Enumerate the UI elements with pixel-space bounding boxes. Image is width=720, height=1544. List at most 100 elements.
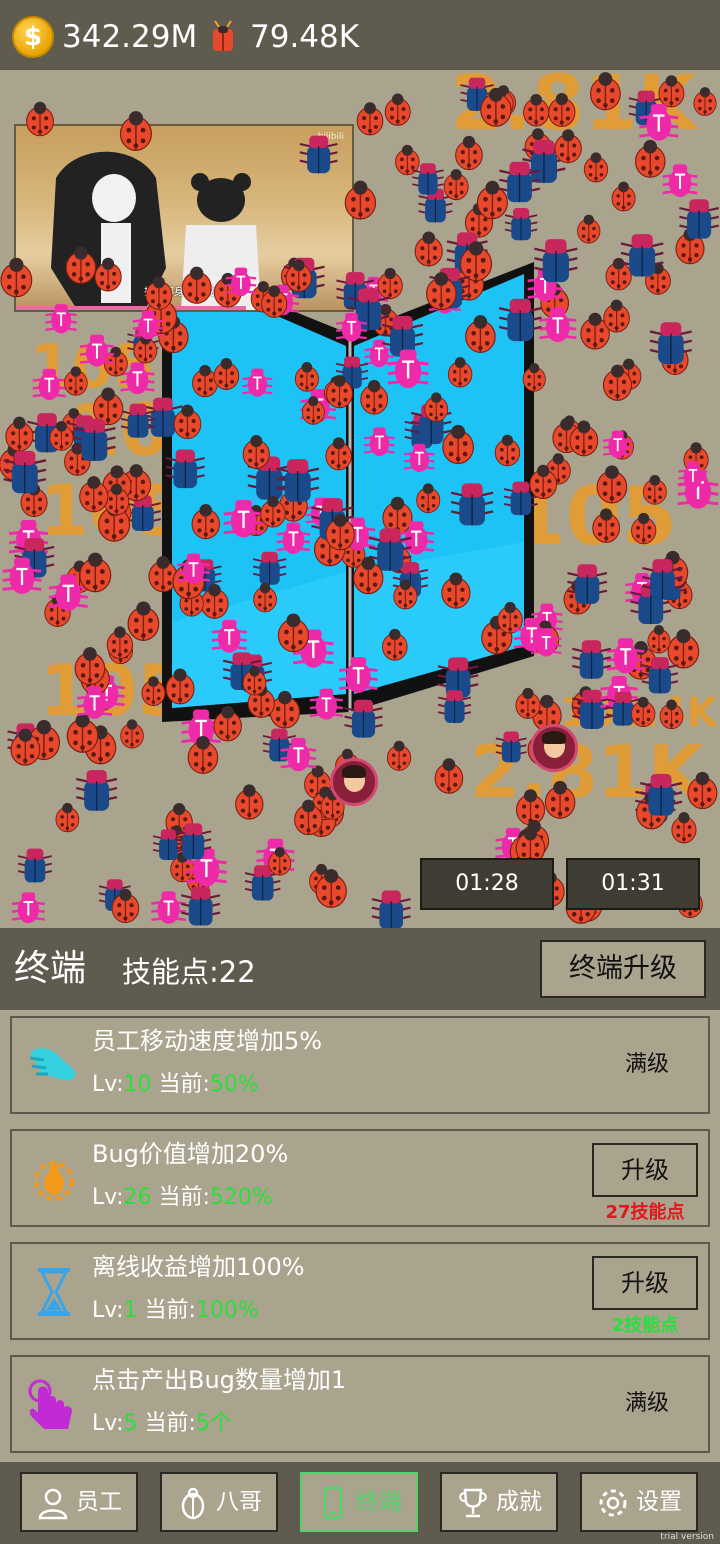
- ladybug-icon[interactable]: [192, 364, 219, 398]
- pink-bug-icon[interactable]: [151, 891, 186, 924]
- ladybug-icon[interactable]: [191, 504, 220, 540]
- ladybug-icon[interactable]: [386, 740, 412, 771]
- beetle-icon[interactable]: [344, 699, 383, 738]
- nav-terminal[interactable]: 终端: [300, 1472, 418, 1532]
- ladybug-icon[interactable]: [667, 629, 700, 669]
- pink-bug-icon[interactable]: [276, 522, 311, 554]
- beetle-icon[interactable]: [299, 135, 338, 174]
- ladybug-icon[interactable]: [548, 93, 576, 128]
- ladybug-icon[interactable]: [515, 789, 546, 826]
- pink-bug-icon[interactable]: [211, 619, 247, 653]
- ladybug-icon[interactable]: [141, 676, 166, 707]
- ladybug-icon[interactable]: [631, 512, 657, 545]
- ladybug-icon[interactable]: [523, 93, 550, 127]
- ladybug-icon[interactable]: [434, 758, 464, 794]
- ladybug-icon[interactable]: [497, 601, 523, 634]
- ladybug-icon[interactable]: [384, 93, 411, 126]
- ladybug-icon[interactable]: [416, 483, 441, 514]
- ladybug-icon[interactable]: [414, 231, 443, 267]
- pink-bug-icon[interactable]: [79, 334, 115, 367]
- nav-achievements[interactable]: 成就: [440, 1472, 558, 1532]
- ladybug-icon[interactable]: [515, 687, 541, 719]
- ladybug-icon[interactable]: [441, 572, 471, 609]
- ladybug-icon[interactable]: [120, 719, 144, 749]
- ladybug-icon[interactable]: [106, 626, 134, 660]
- ladybug-icon[interactable]: [424, 392, 449, 422]
- ladybug-icon[interactable]: [181, 266, 212, 304]
- ladybug-icon[interactable]: [658, 75, 685, 108]
- play-field[interactable]: 2.81K 105 105 104K 105 105 105.4K 105 2.…: [0, 70, 720, 928]
- ladybug-icon[interactable]: [294, 361, 319, 392]
- ladybug-icon[interactable]: [465, 315, 496, 353]
- ladybug-icon[interactable]: [596, 465, 628, 504]
- terminal-upgrade-button[interactable]: 终端升级: [540, 940, 706, 998]
- ladybug-icon[interactable]: [544, 780, 576, 819]
- employee-avatar[interactable]: [530, 724, 578, 772]
- beetle-icon[interactable]: [252, 551, 287, 585]
- ladybug-icon[interactable]: [119, 111, 152, 151]
- ladybug-icon[interactable]: [592, 508, 621, 543]
- ladybug-icon[interactable]: [325, 437, 352, 471]
- upgrade-button[interactable]: 升级: [592, 1143, 698, 1197]
- beetle-icon[interactable]: [572, 640, 612, 679]
- ladybug-icon[interactable]: [589, 72, 621, 111]
- ladybug-icon[interactable]: [242, 435, 270, 469]
- pink-bug-icon[interactable]: [242, 368, 273, 397]
- ladybug-icon[interactable]: [687, 771, 718, 810]
- ladybug-icon[interactable]: [611, 181, 636, 212]
- ladybug-icon[interactable]: [65, 246, 97, 285]
- ladybug-icon[interactable]: [253, 582, 277, 613]
- ladybug-icon[interactable]: [634, 139, 666, 178]
- ladybug-icon[interactable]: [74, 647, 106, 686]
- pink-bug-icon[interactable]: [309, 688, 343, 720]
- ladybug-icon[interactable]: [447, 357, 473, 388]
- ladybug-icon[interactable]: [55, 802, 80, 833]
- ladybug-icon[interactable]: [344, 180, 377, 220]
- beetle-icon[interactable]: [17, 848, 53, 883]
- ladybug-icon[interactable]: [659, 699, 684, 730]
- ladybug-icon[interactable]: [382, 628, 408, 661]
- beetle-icon[interactable]: [276, 459, 320, 502]
- ladybug-icon[interactable]: [455, 135, 483, 171]
- pink-bug-icon[interactable]: [364, 427, 395, 457]
- ladybug-icon[interactable]: [360, 379, 389, 415]
- ladybug-icon[interactable]: [382, 496, 413, 535]
- ladybug-icon[interactable]: [148, 556, 178, 593]
- ladybug-icon[interactable]: [671, 812, 697, 844]
- beetle-icon[interactable]: [504, 207, 538, 241]
- ladybug-icon[interactable]: [577, 214, 601, 244]
- ladybug-icon[interactable]: [443, 169, 469, 201]
- ladybug-icon[interactable]: [522, 362, 546, 392]
- ladybug-icon[interactable]: [647, 624, 671, 654]
- ladybug-icon[interactable]: [603, 299, 630, 333]
- ladybug-icon[interactable]: [213, 705, 242, 742]
- employee-avatar[interactable]: [330, 758, 378, 806]
- beetle-icon[interactable]: [371, 890, 411, 928]
- ladybug-icon[interactable]: [356, 102, 384, 136]
- ladybug-icon[interactable]: [26, 101, 54, 137]
- beetle-icon[interactable]: [181, 886, 221, 926]
- pink-bug-icon[interactable]: [339, 656, 378, 694]
- ladybug-icon[interactable]: [145, 276, 173, 310]
- ladybug-icon[interactable]: [79, 552, 112, 593]
- ladybug-icon[interactable]: [213, 357, 240, 390]
- ladybug-icon[interactable]: [94, 257, 122, 292]
- pink-bug-icon[interactable]: [404, 443, 435, 472]
- nav-employees[interactable]: 员工: [20, 1472, 138, 1532]
- pink-bug-icon[interactable]: [32, 368, 66, 401]
- ladybug-icon[interactable]: [235, 784, 264, 820]
- beetle-icon[interactable]: [495, 731, 527, 763]
- ladybug-icon[interactable]: [277, 613, 310, 653]
- ladybug-icon[interactable]: [63, 366, 88, 396]
- skill-list[interactable]: 员工移动速度增加5% Lv:10 当前:50% 满级 Bug价值增加20% Lv…: [0, 1010, 720, 1462]
- pink-bug-icon[interactable]: [11, 892, 45, 924]
- ladybug-icon[interactable]: [0, 257, 33, 298]
- ladybug-icon[interactable]: [693, 87, 717, 116]
- nav-settings[interactable]: 设置: [580, 1472, 698, 1532]
- beetle-icon[interactable]: [75, 769, 118, 811]
- nav-bugs[interactable]: 八哥: [160, 1472, 278, 1532]
- ladybug-icon[interactable]: [554, 129, 582, 164]
- ladybug-icon[interactable]: [173, 404, 202, 440]
- ladybug-icon[interactable]: [66, 713, 99, 753]
- pink-bug-icon[interactable]: [662, 164, 698, 198]
